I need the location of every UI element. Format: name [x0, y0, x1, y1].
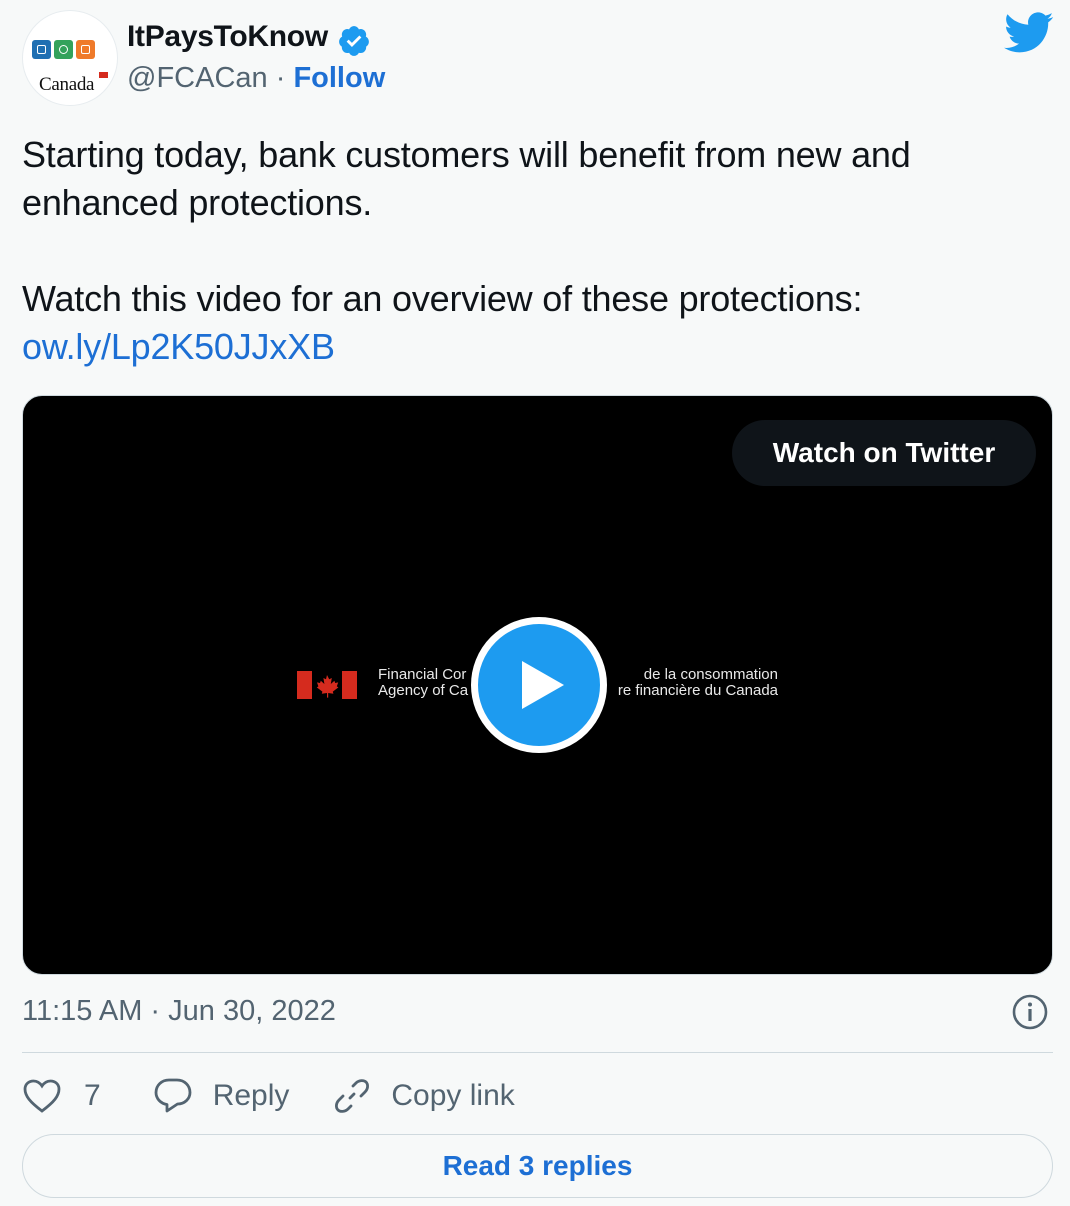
maple-leaf-icon — [316, 675, 339, 698]
handle-row: @FCACan · Follow — [127, 62, 385, 95]
reply-label: Reply — [212, 1079, 290, 1112]
read-replies-button[interactable]: Read 3 replies — [22, 1134, 1053, 1198]
avatar-wordmark: Canada — [39, 74, 95, 95]
tweet-paragraph: Watch this video for an overview of thes… — [22, 278, 863, 319]
play-icon — [522, 661, 564, 709]
tweet-paragraph: Starting today, bank customers will bene… — [22, 134, 911, 223]
action-bar: 7 Reply Copy link — [22, 1072, 559, 1120]
follow-button[interactable]: Follow — [293, 62, 385, 94]
avatar[interactable]: Canada — [22, 10, 118, 106]
canada-flag-icon — [297, 671, 357, 699]
link-icon — [335, 1079, 370, 1113]
like-count: 7 — [84, 1079, 101, 1112]
tweet-text: Starting today, bank customers will bene… — [22, 131, 1052, 371]
author-display-name[interactable]: ItPaysToKnow — [127, 20, 328, 54]
twitter-bird-icon[interactable] — [1004, 12, 1054, 54]
play-button[interactable] — [471, 617, 607, 753]
like-button[interactable]: 7 — [22, 1078, 101, 1114]
info-icon[interactable] — [1012, 994, 1048, 1030]
person-icon — [76, 40, 95, 59]
flag-icon — [99, 72, 108, 78]
agency-line1-right: de la consommation — [643, 666, 778, 683]
verified-badge-icon — [339, 26, 369, 56]
watch-on-twitter-button[interactable]: Watch on Twitter — [732, 420, 1036, 486]
avatar-icon-row — [32, 40, 95, 59]
reply-button[interactable]: Reply — [153, 1077, 290, 1115]
video-player[interactable]: Watch on Twitter Financial Cor de la con… — [22, 395, 1053, 975]
tweet-timestamp[interactable]: 11:15 AM · Jun 30, 2022 — [22, 995, 336, 1028]
agency-line2-right: re financière du Canada — [617, 682, 778, 699]
copy-link-button[interactable]: Copy link — [333, 1077, 515, 1115]
tweet-link[interactable]: ow.ly/Lp2K50JJxXB — [22, 326, 335, 367]
search-icon — [54, 40, 73, 59]
heart-icon — [23, 1079, 61, 1113]
copy-link-label: Copy link — [391, 1079, 515, 1112]
agency-line2-left: Agency of Ca — [378, 682, 469, 699]
separator: · — [275, 62, 286, 94]
agency-line1-left: Financial Cor — [378, 666, 467, 683]
reply-bubble-icon — [154, 1078, 192, 1113]
author-handle[interactable]: @FCACan — [127, 62, 268, 94]
shield-icon — [32, 40, 51, 59]
divider — [22, 1052, 1053, 1053]
